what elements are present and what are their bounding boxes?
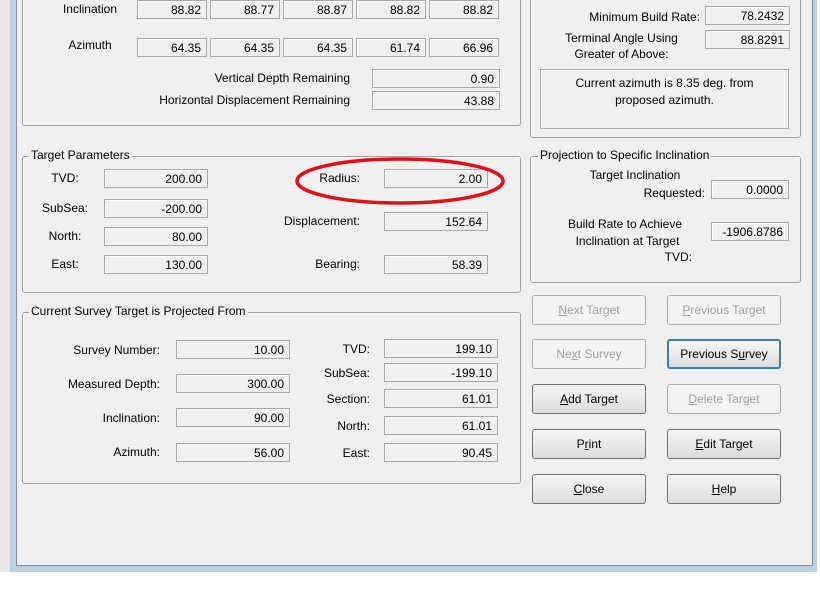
survey-tvd-field: 199.10 (384, 339, 498, 358)
build-rate-to-achieve-label-line1: Build Rate to Achieve (567, 217, 683, 231)
target-inclination-field[interactable]: 0.0000 (711, 180, 789, 199)
measured-depth-field: 300.00 (176, 374, 290, 393)
annotation-ellipse-shape (295, 157, 505, 205)
target-parameters-legend: Target Parameters (29, 148, 132, 162)
add-target-label-key: A (560, 392, 569, 406)
survey-azimuth-label: Azimuth: (113, 445, 160, 459)
survey-east-field: 90.45 (384, 443, 498, 462)
target-displacement-label: Displacement: (283, 214, 360, 228)
help-button[interactable]: Help (667, 474, 781, 504)
build-rate-to-achieve-label-line2: Inclination at Target (575, 234, 680, 248)
survey-subsea-label: SubSea: (323, 366, 370, 380)
target-inclination-label-line2: Requested: (643, 186, 705, 200)
close-label-post: lose (582, 482, 605, 496)
survey-north-label: North: (337, 419, 370, 433)
delete-target-label-key: D (688, 392, 698, 406)
print-label-pre: P (576, 437, 585, 451)
target-north-field[interactable]: 80.00 (104, 227, 208, 246)
edit-target-label-key: E (695, 437, 704, 451)
inclination-row-label: Inclination (62, 2, 118, 16)
horizontal-displacement-remaining-value: 43.88 (372, 91, 500, 110)
add-target-button[interactable]: Add Target (532, 384, 646, 414)
previous-target-button[interactable]: Previous Target (667, 295, 781, 325)
azimuth-value-4: 61.74 (356, 38, 426, 57)
azimuth-message-box: Current azimuth is 8.35 deg. from propos… (540, 69, 789, 129)
background-edge (0, 0, 10, 572)
next-survey-button[interactable]: Ne x t Survey (532, 339, 646, 369)
azimuth-value-5: 66.96 (429, 38, 499, 57)
target-displacement-field: 152.64 (384, 212, 488, 231)
next-target-label-key: N (558, 303, 568, 317)
azimuth-value-2: 64.35 (210, 38, 280, 57)
delete-target-label-post: elete Target (697, 392, 760, 406)
next-survey-label-post: t Survey (577, 347, 622, 361)
terminal-angle-value: 88.8291 (705, 30, 790, 49)
azimuth-value-3: 64.35 (283, 38, 353, 57)
target-subsea-label: SubSea: (41, 201, 89, 215)
delete-target-button[interactable]: Delete Target (667, 384, 781, 414)
survey-east-label: East: (342, 446, 370, 460)
horizontal-displacement-remaining-label: Horizontal Displacement Remaining (159, 93, 350, 107)
next-survey-label-pre: Ne (556, 347, 572, 361)
annotation-ellipse (295, 157, 505, 205)
help-label-post: elp (720, 482, 737, 496)
inclination-value-3: 88.87 (283, 0, 353, 19)
edit-target-button[interactable]: Edit Target (667, 429, 781, 459)
close-button[interactable]: Close (532, 474, 646, 504)
target-bearing-label: Bearing: (315, 257, 360, 271)
survey-north-field: 61.01 (384, 416, 498, 435)
target-east-field[interactable]: 130.00 (104, 255, 208, 274)
next-target-button[interactable]: Next Target (532, 295, 646, 325)
build-rate-to-achieve-label-line3: TVD: (664, 250, 692, 264)
vertical-depth-remaining-value: 0.90 (372, 69, 500, 88)
survey-inclination-label: Inclination: (102, 411, 160, 425)
terminal-angle-text: 88.8291 (740, 33, 784, 47)
print-label-post: int (588, 437, 602, 451)
minimum-build-rate-value: 78.2432 (705, 6, 790, 25)
measured-depth-label: Measured Depth: (67, 377, 160, 391)
inclination-value-2: 88.77 (210, 0, 280, 19)
inclination-value-1: 88.82 (137, 0, 207, 19)
target-bearing-field: 58.39 (384, 255, 488, 274)
print-button[interactable]: Pr int (532, 429, 646, 459)
vertical-depth-remaining-label: Vertical Depth Remaining (214, 71, 350, 85)
target-subsea-field[interactable]: -200.00 (104, 199, 208, 218)
build-rate-to-achieve-field: -1906.8786 (711, 222, 789, 241)
previous-survey-label-post: rvey (745, 347, 768, 361)
target-tvd-label: TVD: (51, 171, 79, 185)
survey-section-label: Section: (326, 392, 370, 406)
previous-target-label-key: P (682, 303, 691, 317)
terminal-angle-label-line1: Terminal Angle Using (565, 31, 678, 45)
survey-inclination-field: 90.00 (176, 408, 290, 427)
survey-section-field: 61.01 (384, 389, 498, 408)
target-tvd-field[interactable]: 200.00 (104, 169, 208, 188)
survey-azimuth-field: 56.00 (176, 443, 290, 462)
survey-number-field: 10.00 (176, 340, 290, 359)
azimuth-message-line1: Current azimuth is 8.35 deg. from (575, 76, 754, 90)
terminal-angle-label-line2: Greater of Above: (574, 47, 669, 61)
survey-number-label: Survey Number: (73, 343, 160, 357)
next-target-label-post: ext Target (567, 303, 620, 317)
previous-survey-label-pre: Previous S (680, 347, 739, 361)
azimuth-row-label: Azimuth (68, 38, 112, 52)
azimuth-value-1: 64.35 (137, 38, 207, 57)
previous-target-label-post: revious Target (690, 303, 766, 317)
edit-target-label-post: dit Target (703, 437, 753, 451)
current-survey-legend: Current Survey Target is Projected From (29, 304, 248, 318)
survey-subsea-field: -199.10 (384, 363, 498, 382)
target-north-label: North: (48, 229, 82, 243)
previous-survey-button[interactable]: Previous Su rvey (667, 339, 781, 369)
add-target-label-post: dd Target (568, 392, 618, 406)
azimuth-message-line2: proposed azimuth. (615, 93, 714, 107)
help-label-key: H (711, 482, 721, 496)
close-label-key: C (573, 482, 583, 496)
projection-legend: Projection to Specific Inclination (538, 148, 712, 162)
previous-survey-label-key: u (738, 347, 746, 361)
survey-tvd-label: TVD: (342, 342, 370, 356)
target-inclination-label-line1: Target Inclination (589, 168, 681, 182)
inclination-value-5: 88.82 (429, 0, 499, 19)
inclination-value-4: 88.82 (356, 0, 426, 19)
target-east-label: East: (51, 257, 79, 271)
minimum-build-rate-label: Minimum Build Rate: (589, 10, 700, 24)
